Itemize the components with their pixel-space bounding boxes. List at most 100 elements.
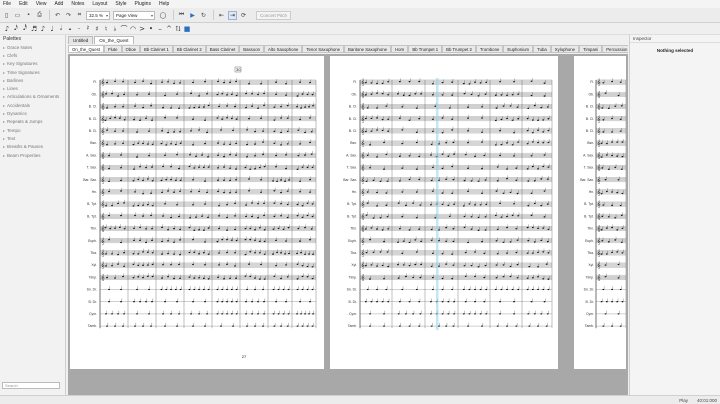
score-page-2[interactable]: 𝄞 𝄞 𝄞 𝄞 𝄞 𝄞 𝄞 𝄞 𝄞 𝄞 𝄞 𝄞 𝄞 𝄞 𝄞 𝄞 𝄞 Fl. Ob. B. Cl. B. Cl. B. Cl… [330,56,558,369]
part-tab[interactable]: Euphonium [503,45,534,53]
part-tab[interactable]: Bb Trumpet 1 [408,45,443,53]
part-tabs: On_the_Quest Flute Oboe Bb Clarinet 1 Bb Cla… [68,45,628,54]
eighth-note-icon[interactable]: ♪ [39,24,47,33]
zoom-select[interactable]: 32.5 % ▾ [86,10,110,20]
part-tab[interactable]: Flute [103,45,122,53]
menu-plugins[interactable]: Plugins [135,1,151,7]
pan-score-icon[interactable]: ⟳ [239,11,248,20]
notehead [530,155,533,157]
part-tab[interactable]: On_the_Quest [68,45,104,53]
score-canvas[interactable]: 𝄞 𝄞 𝄞 𝄞 𝄞 𝄞 𝄞 𝄞 𝄞 𝄞 𝄞 𝄞 𝄞 𝄞 𝄞 𝄞 𝄞 Fl. Ob. B. Cl. B. Cl. B. Cl… [68,54,628,395]
palette-item[interactable]: ▸ Tempo [0,126,65,134]
part-tab[interactable]: Bb Clarinet 2 [172,45,206,53]
part-tab[interactable]: Timpani [579,45,603,53]
notehead [108,238,110,241]
palette-item[interactable]: ▸ Time Signatures [0,68,65,76]
palette-item[interactable]: ▸ Beam Properties [0,151,65,159]
open-folder-icon[interactable]: ▭ [13,11,22,20]
image-capture-icon[interactable]: ⌗ [75,11,84,20]
menu-notes[interactable]: Notes [71,1,84,7]
score-page-3[interactable]: 𝄞 𝄞 𝄞 𝄞 𝄞 𝄞 𝄞 𝄞 𝄞 𝄞 𝄞 𝄞 𝄞 𝄞 𝄞 𝄞 𝄞 Fl. Ob. B. Cl. B. Cl. B. Cl… [574,56,627,369]
menu-view[interactable]: View [36,1,47,7]
notehead [509,265,512,268]
tenuto-icon[interactable]: – [156,24,164,33]
notehead [402,240,405,242]
palette-item[interactable]: ▸ Barlines [0,76,65,84]
play-repeats-icon[interactable]: ⇥ [228,10,237,20]
clef-icon: 𝄞 [361,225,365,233]
loop-icon[interactable]: ↻ [199,11,208,20]
dot-icon[interactable]: · [75,24,83,33]
menu-help[interactable]: Help [159,1,169,7]
thirty-second-note-icon[interactable]: 𝅘𝅥𝅰 [21,24,29,33]
play-icon[interactable]: ▶ [188,11,197,20]
menu-style[interactable]: Style [115,1,126,7]
concert-pitch-button[interactable]: Concert Pitch [256,10,292,20]
instrument-name: B. Tpt. [87,202,97,206]
palette-item[interactable]: ▸ Dynamics [0,109,65,117]
save-icon[interactable]: ▪ [24,11,33,20]
voice-1-icon[interactable]: ■ [183,24,191,33]
redo-icon[interactable]: ↷ [64,11,73,20]
part-tab[interactable]: Oboe [121,45,141,53]
new-file-icon[interactable]: ▯ [2,11,11,20]
metronome-icon[interactable]: ◯ [158,11,168,20]
note-input-icon[interactable]: ♪ [3,24,11,33]
notehead [533,180,536,182]
tie-icon[interactable]: ⌒ [120,24,128,33]
part-tab[interactable]: Bb Trumpet 2 [442,45,476,53]
palette-item[interactable]: ▸ Repeats & Jumps [0,118,65,126]
part-tab[interactable]: Baritone Saxophone [344,45,391,53]
marcato-icon[interactable]: ^ [165,24,173,33]
palette-item[interactable]: ▸ Accidentals [0,101,65,109]
accent-icon[interactable]: > [138,24,146,33]
menu-add[interactable]: Add [54,1,63,7]
part-tab[interactable]: Trombone [475,45,504,53]
part-tab[interactable]: Alto Saxophone [264,45,303,53]
score-page-1[interactable]: 𝄞 𝄞 𝄞 𝄞 𝄞 𝄞 𝄞 𝄞 𝄞 𝄞 𝄞 𝄞 𝄞 𝄞 𝄞 𝄞 𝄞 Fl. Ob. B. Cl. B. Cl. B. Cl… [70,56,324,369]
part-tab[interactable]: Bass Clarinet [205,45,240,53]
palette-item[interactable]: ▸ Grace Notes [0,43,65,51]
notehead [139,119,141,121]
quarter-note-icon[interactable]: ♩ [48,24,56,33]
notehead [408,325,411,327]
part-tab[interactable]: Bb Clarinet 1 [140,45,173,53]
palette-search-input[interactable]: Search [2,382,60,389]
flip-icon[interactable]: ⇅ [174,24,182,33]
palette-item[interactable]: ▸ Key Signatures [0,60,65,68]
palette-item[interactable]: ▸ Articulations & Ornaments [0,93,65,101]
rest-icon[interactable]: 𝄽 [84,24,92,33]
part-tab[interactable]: Horn [391,45,409,53]
slur-icon[interactable]: ◠ [129,24,137,33]
menu-file[interactable]: File [3,1,11,7]
menu-layout[interactable]: Layout [92,1,107,7]
staccato-icon[interactable]: • [147,24,155,33]
score-tab[interactable]: On_the_Quest [94,36,134,44]
notehead [542,251,545,253]
rewind-icon[interactable]: ⏮ [177,11,186,20]
loop-in-icon[interactable]: ⇤ [217,11,226,20]
palette-item[interactable]: ▸ Breaths & Pauses [0,143,65,151]
score-tab[interactable]: Untitled [68,36,94,44]
flat-icon[interactable]: ♭ [111,24,119,33]
whole-note-icon[interactable]: 𝅝 [66,24,74,33]
print-icon[interactable]: ⎙ [35,11,44,20]
instrument-name: Ob. [92,92,98,96]
part-tab[interactable]: Tenor Saxophone [302,45,345,53]
part-tab[interactable]: Tuba [533,45,551,53]
sharp-icon[interactable]: ♯ [93,24,101,33]
part-tab[interactable]: Percussion 2 [602,45,628,53]
palette-item[interactable]: ▸ Clefs [0,51,65,59]
notehead [605,142,608,145]
natural-icon[interactable]: ♮ [102,24,110,33]
palette-item[interactable]: ▸ Lines [0,84,65,92]
half-note-icon[interactable]: 𝅗𝅥 [57,24,65,33]
view-mode-select[interactable]: Page View ▾ [113,10,155,20]
part-tab[interactable]: Bassoon [239,45,265,53]
sixteenth-note-icon[interactable]: ♬ [30,24,38,33]
sixty-fourth-note-icon[interactable]: 𝅘𝅥𝅯 [12,24,20,33]
palette-item[interactable]: ▸ Text [0,134,65,142]
undo-icon[interactable]: ↶ [53,11,62,20]
menu-edit[interactable]: Edit [19,1,28,7]
part-tab[interactable]: Xylophone [550,45,580,53]
